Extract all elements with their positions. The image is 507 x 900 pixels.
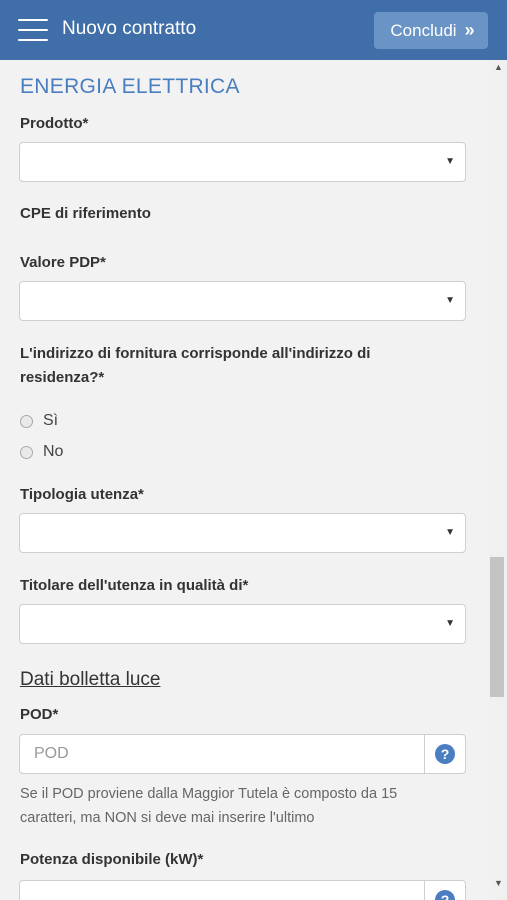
- page-title: Nuovo contratto: [62, 18, 197, 39]
- vertical-scrollbar[interactable]: ▲ ▼: [489, 60, 507, 900]
- scroll-up-arrow-icon[interactable]: ▲: [494, 62, 503, 72]
- question-mark-icon: ?: [435, 744, 455, 764]
- double-chevron-right-icon: »: [464, 20, 475, 40]
- caret-down-icon: ▼: [445, 527, 455, 538]
- pod-help-text: Se il POD proviene dalla Maggior Tutela …: [20, 782, 470, 830]
- scroll-down-arrow-icon[interactable]: ▼: [494, 878, 503, 888]
- potenza-input[interactable]: [20, 881, 425, 900]
- titolare-utenza-label: Titolare dell'utenza in qualità di*: [20, 577, 249, 594]
- prodotto-select[interactable]: ▼: [19, 142, 466, 182]
- pod-input[interactable]: [20, 735, 425, 773]
- caret-down-icon: ▼: [445, 156, 455, 167]
- cpe-label: CPE di riferimento: [20, 205, 151, 222]
- radio-button[interactable]: [20, 445, 33, 459]
- pod-help-button[interactable]: ?: [424, 735, 465, 773]
- tipologia-utenza-label: Tipologia utenza*: [20, 486, 144, 503]
- prodotto-label: Prodotto*: [20, 115, 89, 132]
- pod-help-line1: Se il POD proviene dalla Maggior Tutela …: [20, 786, 398, 802]
- pod-help-line2: caratteri, ma NON si deve mai inserire l…: [20, 810, 315, 826]
- indirizzo-label-line1: L'indirizzo di fornitura corrisponde all…: [20, 345, 371, 362]
- concludi-button[interactable]: Concludi »: [374, 12, 488, 49]
- potenza-help-button[interactable]: ?: [424, 881, 465, 900]
- concludi-label: Concludi: [390, 20, 457, 40]
- caret-down-icon: ▼: [445, 618, 455, 629]
- radio-option-no[interactable]: No: [20, 442, 63, 462]
- hamburger-menu-icon[interactable]: [18, 18, 48, 42]
- pod-input-group: ?: [19, 734, 466, 774]
- pod-label: POD*: [20, 706, 59, 723]
- titolare-utenza-select[interactable]: ▼: [19, 604, 466, 644]
- indirizzo-label-line2: residenza?*: [20, 369, 105, 386]
- radio-button[interactable]: [20, 414, 33, 428]
- caret-down-icon: ▼: [445, 295, 455, 306]
- app-header: Nuovo contratto Concludi »: [0, 0, 507, 60]
- potenza-disponibile-label: Potenza disponibile (kW)*: [20, 851, 204, 868]
- dati-bolletta-luce-link[interactable]: Dati bolletta luce: [20, 669, 160, 691]
- valore-pdp-select[interactable]: ▼: [19, 281, 466, 321]
- section-title-energia-elettrica: ENERGIA ELETTRICA: [20, 75, 240, 98]
- potenza-input-group: ?: [19, 880, 466, 900]
- radio-label-no: No: [43, 443, 64, 460]
- form-content: ENERGIA ELETTRICA Prodotto* ▼ CPE di rif…: [0, 60, 489, 900]
- radio-option-si[interactable]: Sì: [20, 411, 58, 431]
- scrollbar-thumb[interactable]: [490, 557, 504, 697]
- radio-label-si: Sì: [43, 412, 59, 429]
- tipologia-utenza-select[interactable]: ▼: [19, 513, 466, 553]
- valore-pdp-label: Valore PDP*: [20, 254, 106, 271]
- question-mark-icon: ?: [435, 890, 455, 900]
